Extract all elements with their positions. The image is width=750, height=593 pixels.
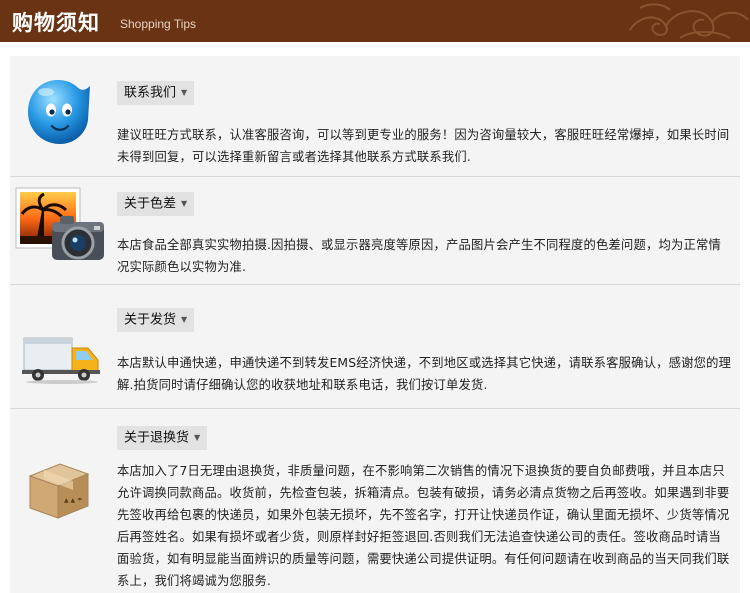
tag-label: 关于色差 bbox=[124, 196, 177, 212]
page-title: 购物须知 bbox=[12, 11, 100, 35]
section-text: 本店加入了7日无理由退换货，非质量问题，在不影响第二次销售的情况下退换货的要自负… bbox=[117, 464, 730, 588]
page-header: 购物须知 Shopping Tips bbox=[0, 0, 750, 42]
tag-returns-exchanges[interactable]: 关于退换货 ▼ bbox=[117, 426, 208, 450]
cardboard-box-icon: ▲ ▲ ☂ bbox=[26, 460, 92, 526]
tag-label: 关于退换货 bbox=[124, 430, 190, 446]
section-text: 本店默认申通快递，申通快递不到转发EMS经济快递，不到地区或选择其它快递，请联系… bbox=[117, 356, 732, 392]
section-text: 本店食品全部真实实物拍摄.因拍摄、或显示器亮度等原因，产品图片会产生不同程度的色… bbox=[117, 238, 721, 274]
section-divider bbox=[10, 408, 740, 409]
page-subtitle: Shopping Tips bbox=[120, 17, 197, 31]
camera-photo-icon bbox=[14, 186, 108, 270]
delivery-truck-icon bbox=[22, 334, 102, 388]
aliwangwang-chat-icon bbox=[24, 76, 92, 152]
section-text: 建议旺旺方式联系，认准客服咨询，可以等到更专业的服务！因为咨询量较大，客服旺旺经… bbox=[117, 128, 730, 164]
tag-label: 关于发货 bbox=[124, 312, 177, 328]
caret-down-icon: ▼ bbox=[181, 88, 188, 97]
caret-down-icon: ▼ bbox=[194, 433, 201, 442]
section-divider bbox=[10, 176, 740, 177]
tag-color-difference[interactable]: 关于色差 ▼ bbox=[117, 192, 195, 216]
section-divider bbox=[10, 284, 740, 285]
tag-contact-us[interactable]: 联系我们 ▼ bbox=[117, 81, 195, 105]
tag-label: 联系我们 bbox=[124, 85, 177, 101]
cloud-swirl-decoration-icon bbox=[629, 3, 749, 39]
tag-shipping[interactable]: 关于发货 ▼ bbox=[117, 308, 195, 332]
caret-down-icon: ▼ bbox=[181, 199, 188, 208]
svg-text:▲ ▲ ☂: ▲ ▲ ☂ bbox=[64, 497, 83, 504]
tips-panel: 联系我们 ▼ 建议旺旺方式联系，认准客服咨询，可以等到更专业的服务！因为咨询量较大… bbox=[10, 56, 740, 593]
caret-down-icon: ▼ bbox=[181, 315, 188, 324]
